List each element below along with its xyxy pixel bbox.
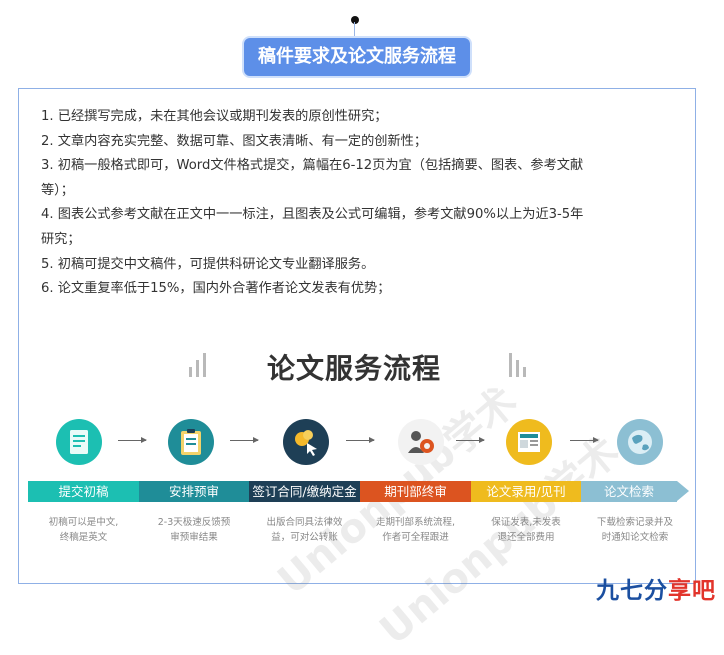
- step-description: 2-3天极速反馈预 审预审结果: [157, 517, 231, 543]
- clipboard-icon: [168, 419, 214, 465]
- requirement-line: 研究；: [41, 231, 81, 247]
- bar-chart-icon: [509, 351, 529, 377]
- step-label: 论文检索: [581, 481, 677, 502]
- requirement-line: 6. 论文重复率低于15%，国内外合著作者论文发表有优势；: [41, 281, 391, 297]
- requirement-line: 2. 文章内容充实完整、数据可靠、图文表清晰、有一定的创新性；: [41, 133, 428, 149]
- requirement-line: 等）；: [41, 182, 74, 198]
- globe-icon: [617, 419, 663, 465]
- step-description: 初稿可以是中文, 终稿是英文: [48, 517, 119, 543]
- step-label: 签订合同/缴纳定金: [249, 481, 360, 502]
- step-label: 论文录用/见刊: [471, 481, 581, 502]
- step-label: 安排预审: [139, 481, 249, 502]
- requirements-list: 1. 已经撰写完成，未在其他会议或期刊发表的原创性研究； 2. 文章内容充实完整…: [41, 105, 681, 302]
- coin-cursor-icon: [283, 419, 329, 465]
- connector-line: [354, 22, 355, 38]
- connector-dot: [351, 16, 359, 24]
- flow-arrow: [346, 437, 375, 443]
- page-title: 稿件要求及论文服务流程: [244, 38, 470, 76]
- step-description: 保证发表,未发表 退还全部费用: [491, 517, 561, 543]
- requirement-line: 4. 图表公式参考文献在正文中一一标注，且图表及公式可编辑，参考文献90%以上为…: [41, 207, 584, 223]
- brand-logo: 九七分享吧: [596, 578, 716, 604]
- gear-person-icon: [398, 419, 444, 465]
- step-description: 出版合同具法律效 益，可对公转账: [266, 517, 343, 543]
- flow-title: 论文服务流程: [267, 352, 442, 385]
- step-description: 下载检索记录并及 时通知论文检索: [596, 517, 673, 543]
- flow-arrow: [118, 437, 147, 443]
- flow-arrow: [230, 437, 259, 443]
- bar-chart-icon: [189, 351, 209, 377]
- requirement-line: 3. 初稿一般格式即可，Word文件格式提交，篇幅在6-12页为宜（包括摘要、图…: [41, 158, 584, 174]
- document-icon: [56, 419, 102, 465]
- requirement-line: 1. 已经撰写完成，未在其他会议或期刊发表的原创性研究；: [41, 109, 388, 124]
- content-frame: 1. 已经撰写完成，未在其他会议或期刊发表的原创性研究； 2. 文章内容充实完整…: [18, 88, 696, 654]
- step-label: 期刊部终审: [360, 481, 471, 502]
- flow-arrow: [570, 437, 599, 443]
- step-description: 走期刊部系统流程, 作者可全程跟进: [375, 517, 456, 543]
- newspaper-icon: [506, 419, 552, 465]
- requirement-line: 5. 初稿可提交中文稿件，可提供科研论文专业翻译服务。: [41, 256, 375, 272]
- step-label: 提交初稿: [28, 481, 139, 502]
- flow-arrow: [456, 437, 485, 443]
- band-arrow-tip: [677, 481, 689, 501]
